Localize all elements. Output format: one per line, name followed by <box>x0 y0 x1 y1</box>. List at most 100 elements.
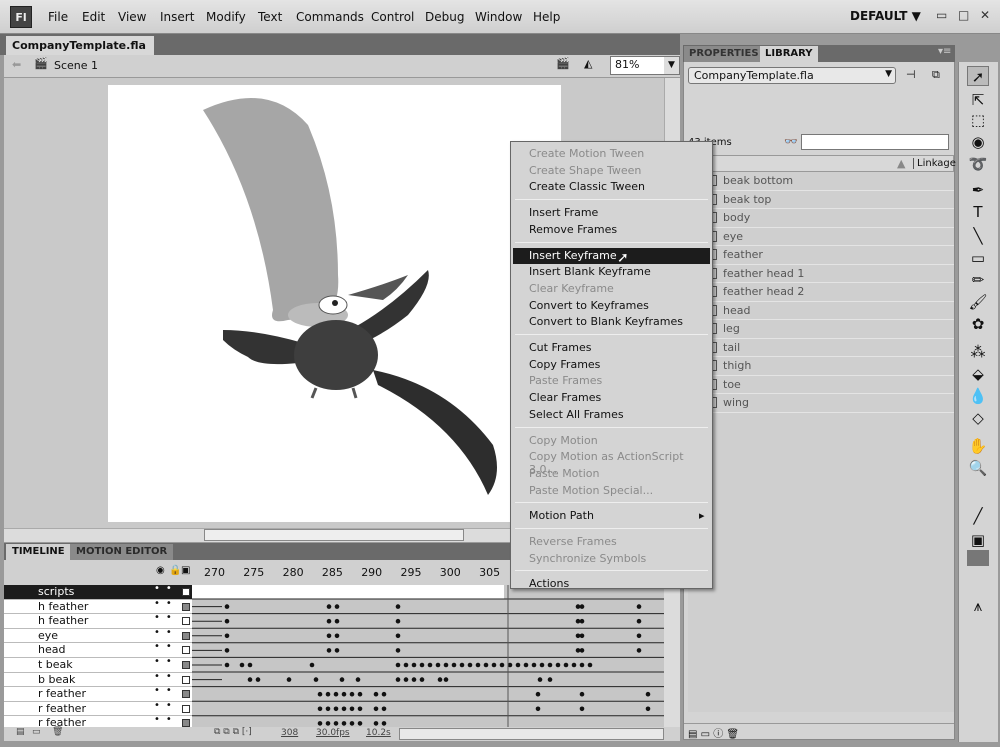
tab-library[interactable]: LIBRARY <box>760 46 818 62</box>
keyframe[interactable] <box>579 618 585 624</box>
layer-visibility-lock-dots[interactable]: •• <box>154 671 178 682</box>
library-item[interactable]: feather head 1 <box>688 265 954 283</box>
library-item[interactable]: thigh <box>688 357 954 376</box>
keyframe[interactable] <box>341 721 347 726</box>
tab-timeline[interactable]: TIMELINE <box>6 544 71 560</box>
back-arrow-icon[interactable]: ⬅ <box>12 58 21 71</box>
menu-modify[interactable]: Modify <box>206 10 246 24</box>
keyframe[interactable] <box>325 691 331 697</box>
keyframe[interactable] <box>224 604 230 609</box>
library-item[interactable]: feather <box>688 246 954 265</box>
close-window-button[interactable]: ✕ <box>980 8 990 22</box>
keyframe[interactable] <box>357 721 363 726</box>
keyframe[interactable] <box>373 706 379 712</box>
keyframe[interactable] <box>491 662 497 668</box>
layer-visibility-lock-dots[interactable]: •• <box>154 585 178 594</box>
layer-visibility-lock-dots[interactable]: •• <box>154 627 178 638</box>
keyframe[interactable] <box>636 604 642 609</box>
sort-up-icon[interactable]: ▲ <box>897 157 905 170</box>
keyframe[interactable] <box>636 618 642 624</box>
library-item[interactable]: toe <box>688 376 954 394</box>
layer-visibility-lock-dots[interactable]: •• <box>154 714 178 725</box>
keyframe[interactable] <box>355 677 361 682</box>
layer-outline-toggle[interactable] <box>182 704 190 713</box>
layer-visibility-lock-dots[interactable]: •• <box>154 656 178 667</box>
zoom-select[interactable]: 81% ▼ <box>610 56 680 75</box>
scripts-frames[interactable] <box>192 585 504 599</box>
keyframe[interactable] <box>579 662 585 668</box>
keyframe[interactable] <box>575 633 581 639</box>
keyframe[interactable] <box>373 721 379 726</box>
keyframe[interactable] <box>579 691 585 697</box>
zoom-tool-icon[interactable]: 🔍 <box>967 458 989 478</box>
keyframe[interactable] <box>317 706 323 712</box>
keyframe[interactable] <box>499 662 505 668</box>
keyframe[interactable] <box>224 618 230 624</box>
timeline-vertical-scrollbar[interactable] <box>664 585 680 727</box>
keyframe[interactable] <box>395 662 401 668</box>
keyframe[interactable] <box>427 662 433 668</box>
brush-tool-icon[interactable]: 🖌 <box>967 292 989 312</box>
keyframe[interactable] <box>357 691 363 697</box>
keyframe[interactable] <box>349 691 355 697</box>
subselection-tool-icon[interactable]: ⇱ <box>967 90 989 110</box>
delete-layer-icon[interactable]: 🗑 <box>52 727 63 737</box>
keyframe[interactable] <box>334 633 340 639</box>
keyframe[interactable] <box>537 677 543 682</box>
keyframe[interactable] <box>531 662 537 668</box>
keyframe[interactable] <box>357 706 363 712</box>
menu-debug[interactable]: Debug <box>425 10 464 24</box>
layer-visibility-lock-dots[interactable]: •• <box>154 641 178 652</box>
keyframe[interactable] <box>451 662 457 668</box>
keyframe[interactable] <box>636 648 642 653</box>
edit-scene-icon[interactable]: 🎬 <box>556 57 570 70</box>
layer-visibility-lock-dots[interactable]: •• <box>154 685 178 696</box>
keyframe[interactable] <box>443 677 449 682</box>
library-item[interactable]: beak top <box>688 191 954 209</box>
keyframe[interactable] <box>381 691 387 697</box>
free-transform-tool-icon[interactable]: ⬚ <box>967 110 989 130</box>
menu-text[interactable]: Text <box>258 10 282 24</box>
panel-menu-icon[interactable]: ▾≡ <box>938 46 951 57</box>
swap-colors-tool-icon[interactable]: ▣ <box>967 530 989 550</box>
keyframe[interactable] <box>286 677 292 682</box>
keyframe[interactable] <box>645 691 651 697</box>
minimize-button[interactable]: ▭ <box>936 8 947 22</box>
keyframe[interactable] <box>575 604 581 609</box>
keyframe[interactable] <box>247 677 253 682</box>
menu-item-convert-to-blank-keyframes[interactable]: Convert to Blank Keyframes <box>513 314 710 331</box>
outline-icon[interactable]: ▣ <box>181 565 190 576</box>
tab-properties[interactable]: PROPERTIES <box>684 46 764 62</box>
keyframe[interactable] <box>341 706 347 712</box>
menu-item-insert-blank-keyframe[interactable]: Insert Blank Keyframe <box>513 264 710 281</box>
menu-item-cut-frames[interactable]: Cut Frames <box>513 340 710 357</box>
pin-library-icon[interactable]: ⊣ <box>906 68 916 81</box>
library-item[interactable]: eye <box>688 228 954 246</box>
keyframe[interactable] <box>579 706 585 712</box>
onion-skin-icons[interactable]: ⧉ ⧉ ⧉ [·] <box>214 727 252 737</box>
menu-insert[interactable]: Insert <box>160 10 194 24</box>
fill-color-tool-icon[interactable] <box>967 550 989 566</box>
keyframe[interactable] <box>395 633 401 639</box>
keyframe[interactable] <box>239 662 245 668</box>
keyframe[interactable] <box>587 662 593 668</box>
layer-row[interactable]: r feather •• <box>4 714 192 727</box>
keyframe[interactable] <box>224 662 230 668</box>
menu-item-insert-frame[interactable]: Insert Frame <box>513 205 710 222</box>
library-item[interactable]: leg <box>688 320 954 339</box>
keyframe[interactable] <box>333 691 339 697</box>
paint-bucket-tool-icon[interactable]: ⬙ <box>967 364 989 384</box>
pen-tool-icon[interactable]: ✒ <box>967 180 989 200</box>
keyframe[interactable] <box>381 721 387 726</box>
keyframe[interactable] <box>547 662 553 668</box>
keyframe[interactable] <box>571 662 577 668</box>
document-tab[interactable]: CompanyTemplate.fla × <box>6 36 154 65</box>
menu-edit[interactable]: Edit <box>82 10 105 24</box>
menu-item-remove-frames[interactable]: Remove Frames <box>513 222 710 239</box>
keyframe[interactable] <box>255 677 261 682</box>
keyframe[interactable] <box>523 662 529 668</box>
keyframe[interactable] <box>326 618 332 624</box>
layer-outline-toggle[interactable] <box>182 588 190 596</box>
keyframe[interactable] <box>411 677 417 682</box>
layer-outline-toggle[interactable] <box>182 631 190 640</box>
